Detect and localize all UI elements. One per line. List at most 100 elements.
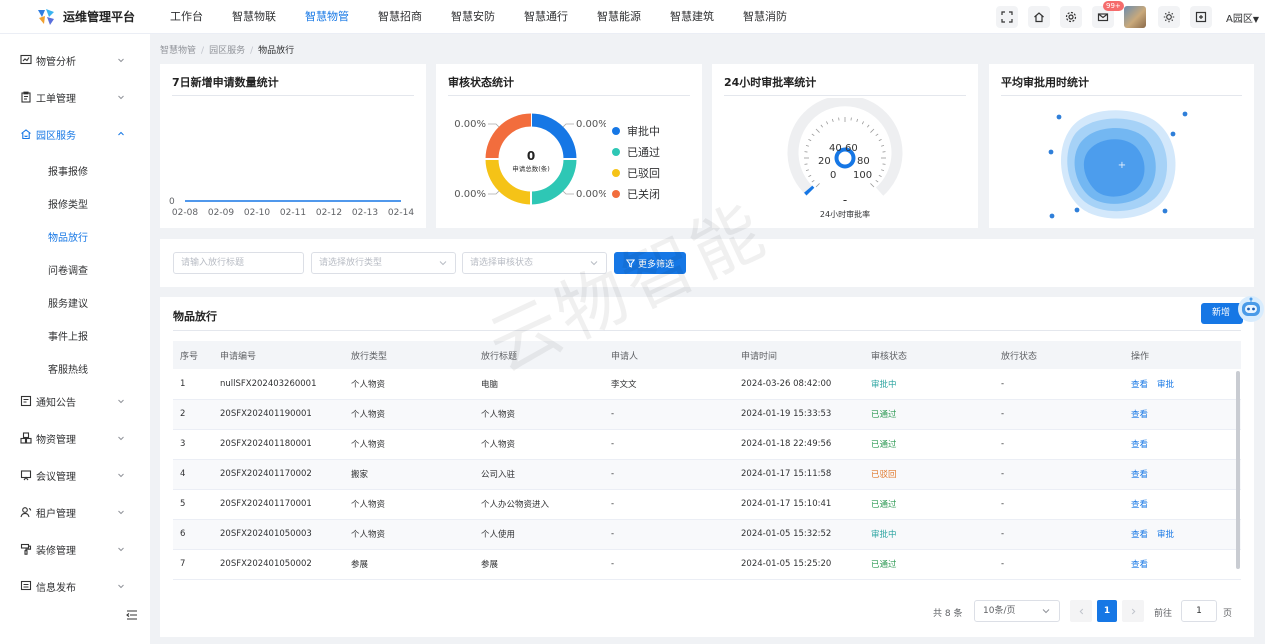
table-row: 6 20SFX202401050003 个人物资 个人使用 -2024-01-05 15…: [173, 519, 1241, 550]
sidebar-item-materials[interactable]: 物资管理: [0, 426, 150, 450]
nav-item-investment[interactable]: 智慧招商: [378, 0, 422, 34]
sidebar-item-workorder[interactable]: 工单管理: [0, 85, 150, 109]
messages-button[interactable]: 99+: [1092, 1, 1124, 28]
legend-dot: [612, 148, 620, 156]
prev-page-button[interactable]: [1070, 600, 1092, 622]
sidebar-subitem-repair[interactable]: 报事报修: [48, 163, 88, 178]
table-row: 2 20SFX202401190001 个人物资 个人物资 -2024-01-19 15…: [173, 399, 1241, 430]
x-tick-label: 02-14: [388, 208, 414, 218]
column-header: 放行类型: [344, 341, 474, 369]
chevron-down-icon: [118, 473, 124, 478]
table-scrollbar[interactable]: [1236, 371, 1240, 569]
fullscreen-button[interactable]: [996, 6, 1018, 28]
sidebar-item-park-service[interactable]: 园区服务: [0, 122, 150, 146]
column-header: 放行状态: [994, 341, 1124, 369]
home-icon: [1034, 12, 1044, 23]
view-link[interactable]: 查看: [1131, 530, 1148, 540]
assistant-robot-icon[interactable]: [1236, 294, 1265, 323]
new-requests-card: 7日新增申请数量统计 0 02-08 02-09 02-10 02-11 02-12 02-…: [160, 64, 426, 228]
slice-percent-label: 0.00%: [454, 189, 486, 200]
next-page-button[interactable]: [1122, 600, 1144, 622]
status-card: 审核状态统计 0.00% 0.00% 0.00% 0.00% 0 申请总数(条) 审批中 …: [436, 64, 702, 228]
column-header: 申请人: [604, 341, 734, 369]
sidebar-item-meeting[interactable]: 会议管理: [0, 463, 150, 487]
nav-item-energy[interactable]: 智慧能源: [597, 0, 641, 34]
sidebar-item-label: 园区服务: [36, 130, 76, 142]
donut-center-value: 0: [527, 149, 535, 163]
filter-bar: 请输入放行标题 请选择放行类型 请选择审核状态 更多筛选: [160, 239, 1254, 287]
view-link[interactable]: 查看: [1131, 470, 1148, 480]
cell-code: 20SFX202401050003: [213, 519, 344, 550]
approve-link[interactable]: 审批: [1157, 530, 1174, 540]
gauge-tick-20: 20: [818, 156, 831, 167]
nav-item-access[interactable]: 智慧通行: [524, 0, 568, 34]
cell-release: -: [994, 429, 1124, 460]
approve-link[interactable]: 审批: [1157, 380, 1174, 390]
view-link[interactable]: 查看: [1131, 440, 1148, 450]
column-header: 操作: [1124, 341, 1241, 369]
avatar[interactable]: [1124, 6, 1146, 28]
cell-applicant: -: [604, 549, 734, 580]
cell-time: 2024-01-17 15:11:58: [734, 459, 864, 490]
cell-actions: 查看: [1124, 429, 1241, 460]
settings-button[interactable]: [1060, 6, 1082, 28]
release-table: 序号 申请编号 放行类型 放行标题 申请人 申请时间 审核状态 放行状态 操作 …: [173, 341, 1241, 580]
breadcrumb-item[interactable]: 园区服务: [209, 46, 245, 56]
page-number-current[interactable]: 1: [1097, 600, 1117, 622]
table-row: 4 20SFX202401170002 搬家 公司入驻 -2024-01-17 15:1…: [173, 459, 1241, 490]
sidebar-item-notice[interactable]: 通知公告: [0, 389, 150, 413]
x-tick-label: 02-09: [208, 208, 234, 218]
gauge-tick-mark: [805, 169, 809, 172]
sidebar-item-analysis[interactable]: 物管分析: [0, 48, 150, 72]
view-link[interactable]: 查看: [1131, 500, 1148, 510]
sidebar-item-tenant[interactable]: 租户管理: [0, 500, 150, 524]
cell-no: 7: [173, 549, 213, 580]
breadcrumb: 智慧物管 / 园区服务 / 物品放行: [160, 46, 295, 56]
meeting-icon: [20, 470, 32, 481]
sidebar-subitem-event-report[interactable]: 事件上报: [48, 328, 88, 343]
page-size-select[interactable]: 10条/页: [974, 600, 1060, 622]
sidebar-subitem-hotline[interactable]: 客服热线: [48, 361, 88, 376]
sidebar-subitem-repair-type[interactable]: 报修类型: [48, 196, 88, 211]
theme-button[interactable]: [1158, 6, 1180, 28]
nav-item-security[interactable]: 智慧安防: [451, 0, 495, 34]
nav-item-workbench[interactable]: 工作台: [170, 0, 203, 34]
blob-dot: [1049, 213, 1055, 219]
legend-item-rejected: 已驳回: [612, 165, 660, 181]
nav-item-property[interactable]: 智慧物管: [305, 0, 349, 34]
screen-button[interactable]: [1190, 6, 1212, 28]
goto-page-input[interactable]: 1: [1181, 600, 1217, 622]
gauge-tick-mark: [870, 183, 875, 188]
home-button[interactable]: [1028, 6, 1050, 28]
gauge-tick-mark: [875, 180, 879, 183]
sidebar-subitem-survey[interactable]: 问卷调查: [48, 262, 88, 277]
nav-item-building[interactable]: 智慧建筑: [670, 0, 714, 34]
view-link[interactable]: 查看: [1131, 560, 1148, 570]
screen-icon: [1195, 11, 1207, 23]
breadcrumb-item[interactable]: 智慧物管: [160, 46, 196, 56]
gauge-tick-100: 100: [853, 170, 872, 181]
release-title-input[interactable]: 请输入放行标题: [173, 252, 304, 274]
sidebar-subitem-item-release[interactable]: 物品放行: [48, 229, 88, 244]
cell-applicant: -: [604, 489, 734, 520]
view-link[interactable]: 查看: [1131, 380, 1148, 390]
cell-time: 2024-01-05 15:32:52: [734, 519, 864, 550]
gauge-tick-mark: [808, 139, 812, 142]
sidebar-subitem-suggestion[interactable]: 服务建议: [48, 295, 88, 310]
sidebar-item-decoration[interactable]: 装修管理: [0, 537, 150, 561]
cell-actions: 查看: [1124, 489, 1241, 520]
area-selector[interactable]: A园区▼: [1226, 10, 1259, 25]
review-status-select[interactable]: 请选择审核状态: [462, 252, 607, 274]
more-filters-button[interactable]: 更多筛选: [614, 252, 686, 274]
legend-dot: [612, 169, 620, 177]
view-link[interactable]: 查看: [1131, 410, 1148, 420]
nav-item-fire[interactable]: 智慧消防: [743, 0, 787, 34]
caret-down-icon: ▼: [1252, 14, 1259, 24]
cell-time: 2024-01-05 15:25:20: [734, 549, 864, 580]
cell-title: 公司入驻: [474, 459, 604, 490]
sidebar-item-publish[interactable]: 信息发布: [0, 574, 150, 598]
collapse-menu-icon[interactable]: [126, 610, 138, 620]
nav-item-iot[interactable]: 智慧物联: [232, 0, 276, 34]
sidebar-item-label: 物管分析: [36, 56, 76, 68]
release-type-select[interactable]: 请选择放行类型: [311, 252, 456, 274]
